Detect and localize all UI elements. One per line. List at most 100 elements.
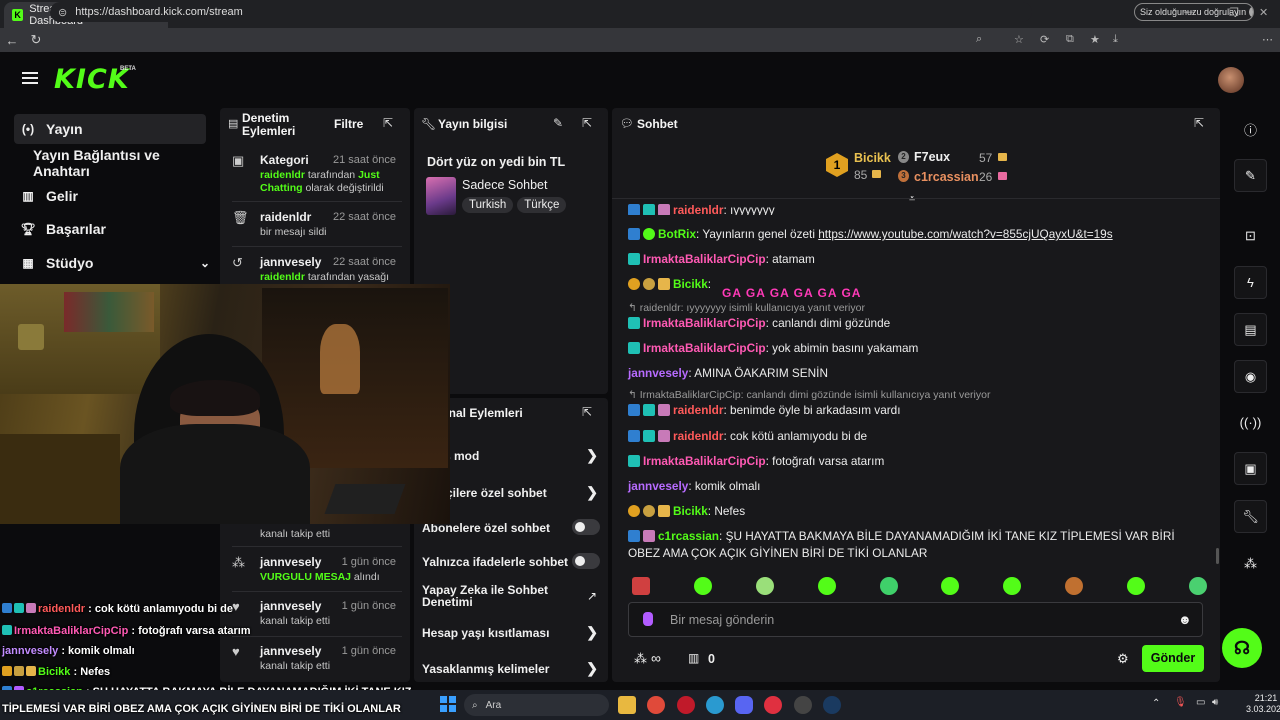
network-icon[interactable]: ▭	[1196, 697, 1205, 708]
site-info-icon[interactable]: ⊜	[58, 6, 67, 19]
channel-action-row[interactable]: Yalnızca ifadelerle sohbet	[422, 553, 604, 575]
emote-button[interactable]	[1003, 577, 1022, 595]
chat-message: IrmaktaBaliklarCipCip: fotoğrafı varsa a…	[628, 453, 1208, 470]
rank-2-badge: 2	[898, 151, 909, 163]
info-icon[interactable]: ⓘ	[1234, 113, 1267, 146]
chat-message: IrmaktaBaliklarCipCip: atamam	[628, 251, 1208, 268]
popout-icon[interactable]: ⇱	[582, 116, 592, 130]
search-icon: ⌕	[472, 699, 478, 711]
obs-icon[interactable]	[794, 696, 812, 714]
bookmark-star-icon[interactable]: ☆	[1014, 33, 1024, 46]
chat-settings-gear-icon[interactable]: ⚙	[1117, 651, 1129, 667]
emoji-icon[interactable]: ☻	[1178, 612, 1192, 627]
shop-icon[interactable]: ▥	[688, 651, 699, 665]
send-button[interactable]: Gönder	[1142, 645, 1204, 672]
layout-icon[interactable]: ▣	[1234, 452, 1267, 485]
emote-button[interactable]	[1127, 577, 1145, 595]
download-icon[interactable]: ⤓	[1113, 33, 1118, 46]
tray-chevron-icon[interactable]: ⌃	[1152, 698, 1160, 709]
wrench-icon[interactable]: 🔧︎	[1234, 500, 1267, 533]
chrome-icon[interactable]	[647, 696, 665, 714]
discord-icon[interactable]	[735, 696, 753, 714]
channel-action-row[interactable]: Abonelere özel sohbet	[422, 519, 604, 541]
kick-points-icon[interactable]: ⁂	[634, 651, 647, 667]
mic-tray-icon[interactable]: 🎙︎	[1174, 697, 1187, 708]
emote-button[interactable]	[693, 577, 712, 595]
emote-button[interactable]	[632, 577, 650, 595]
chat-scrollbar[interactable]	[1216, 548, 1219, 564]
user-avatar[interactable]	[1218, 67, 1244, 93]
subscribers-only-toggle[interactable]	[572, 519, 600, 535]
trophy-icon: 🏆︎	[20, 222, 36, 236]
edit-pencil-icon[interactable]: ✎	[1234, 159, 1267, 192]
filter-button[interactable]: Filtre	[334, 117, 363, 131]
taskbar-clock[interactable]: 21:213.03.2026	[1246, 693, 1280, 715]
overlay-chat-line: raidenldr : cok kötü anlamıyodu bi de	[2, 603, 233, 615]
kick-points-icon[interactable]: ⁂	[1234, 547, 1267, 580]
notes-icon[interactable]: ▤	[1234, 313, 1267, 346]
emote-button[interactable]	[1065, 577, 1084, 595]
emote-button[interactable]	[879, 577, 898, 595]
emote-button[interactable]	[817, 577, 836, 595]
support-headset-icon[interactable]: ☊	[1222, 628, 1262, 668]
verify-identity-button[interactable]: Siz olduğunuzu doğrulayın	[1134, 3, 1254, 21]
reload-icon[interactable]: ↻	[24, 32, 48, 48]
edge-icon[interactable]	[706, 696, 724, 714]
emote-button[interactable]	[755, 577, 774, 595]
leaderboard-name[interactable]: F7eux	[914, 150, 950, 164]
zoom-icon[interactable]: ⌕	[976, 33, 982, 46]
chat-icon[interactable]: ◉	[1234, 360, 1267, 393]
file-explorer-icon[interactable]	[618, 696, 636, 714]
windows-start-icon[interactable]	[440, 696, 456, 712]
channel-action-row[interactable]: Yasaklanmış kelimeler ❯	[422, 660, 604, 682]
volume-icon[interactable]: 🔊︎	[1212, 697, 1218, 708]
leaderboard-name[interactable]: c1rcassian	[914, 170, 979, 184]
sidebar-item-basarilar[interactable]: 🏆︎ Başarılar	[14, 214, 214, 244]
emotes-only-toggle[interactable]	[572, 553, 600, 569]
leaderboard-name[interactable]: Bicikk	[854, 151, 891, 165]
sidebar-item-studyo[interactable]: ▦ Stüdyo ⌄	[14, 248, 214, 278]
broadcast-icon[interactable]: ((·))	[1234, 406, 1267, 439]
popout-icon[interactable]: ⇱	[582, 405, 592, 419]
undo-icon: ↺	[232, 255, 243, 270]
stream-info-title: Yayın bilgisi	[438, 117, 508, 131]
heart-icon: ♥	[232, 599, 240, 614]
chat-bubble-icon: 💬︎	[620, 118, 634, 130]
sidebar-item-stream-key[interactable]: Yayın Bağlantısı ve Anahtarı	[14, 147, 214, 179]
close-window-icon[interactable]: ✕	[1259, 6, 1268, 19]
sidebar-item-yayin[interactable]: (•) Yayın	[14, 114, 206, 144]
chevron-right-icon: ❯	[586, 624, 598, 640]
lightning-icon[interactable]: ϟ	[1234, 266, 1267, 299]
opera-icon[interactable]	[677, 696, 695, 714]
stream-title: Dört yüz on yedi bin TL	[427, 155, 566, 169]
hamburger-menu-icon[interactable]	[22, 72, 38, 84]
emote-button[interactable]	[941, 577, 960, 595]
chevron-down-icon[interactable]: ⌄	[200, 256, 210, 270]
emote-button[interactable]	[1188, 577, 1207, 595]
popout-icon[interactable]: ⇱	[1194, 116, 1204, 130]
split-icon[interactable]: ⧉	[1066, 33, 1074, 46]
edit-pencil-icon[interactable]: ✎	[553, 116, 563, 130]
reply-context: ↰ raidenldr: ıyyyyyyy isimli kullanıcıya…	[628, 302, 865, 314]
favorites-icon[interactable]: ★	[1090, 33, 1100, 46]
kick-logo[interactable]: KICK	[54, 64, 130, 95]
url-field[interactable]: ⊜ https://dashboard.kick.com/stream	[50, 2, 1032, 22]
taskbar-search[interactable]: ⌕ Ara	[464, 694, 609, 716]
chat-link[interactable]: https://www.youtube.com/watch?v=855cjUQa…	[818, 227, 1112, 241]
list-icon: ▤	[228, 118, 239, 130]
extension-icon[interactable]: ⟳	[1040, 33, 1049, 46]
external-link-icon[interactable]: ↗	[587, 589, 597, 603]
channel-action-row[interactable]: Hesap yaşı kısıtlaması ❯	[422, 624, 604, 646]
sidebar-item-gelir[interactable]: ▥ Gelir	[14, 181, 214, 211]
more-menu-icon[interactable]: ⋯	[1262, 33, 1273, 46]
back-icon[interactable]: ←	[0, 33, 24, 48]
category-name[interactable]: Sadece Sohbet	[462, 178, 548, 192]
channel-action-row[interactable]: Yapay Zeka ile Sohbet Denetimi	[422, 584, 572, 612]
chart-icon: ▥	[22, 189, 34, 203]
popout-icon[interactable]: ⇱	[383, 116, 393, 130]
microphone-icon[interactable]	[643, 612, 653, 626]
screenshot-icon[interactable]: ⊡	[1234, 219, 1267, 252]
media-player-icon[interactable]	[764, 696, 782, 714]
category-thumbnail	[426, 177, 456, 215]
steam-icon[interactable]	[823, 696, 841, 714]
